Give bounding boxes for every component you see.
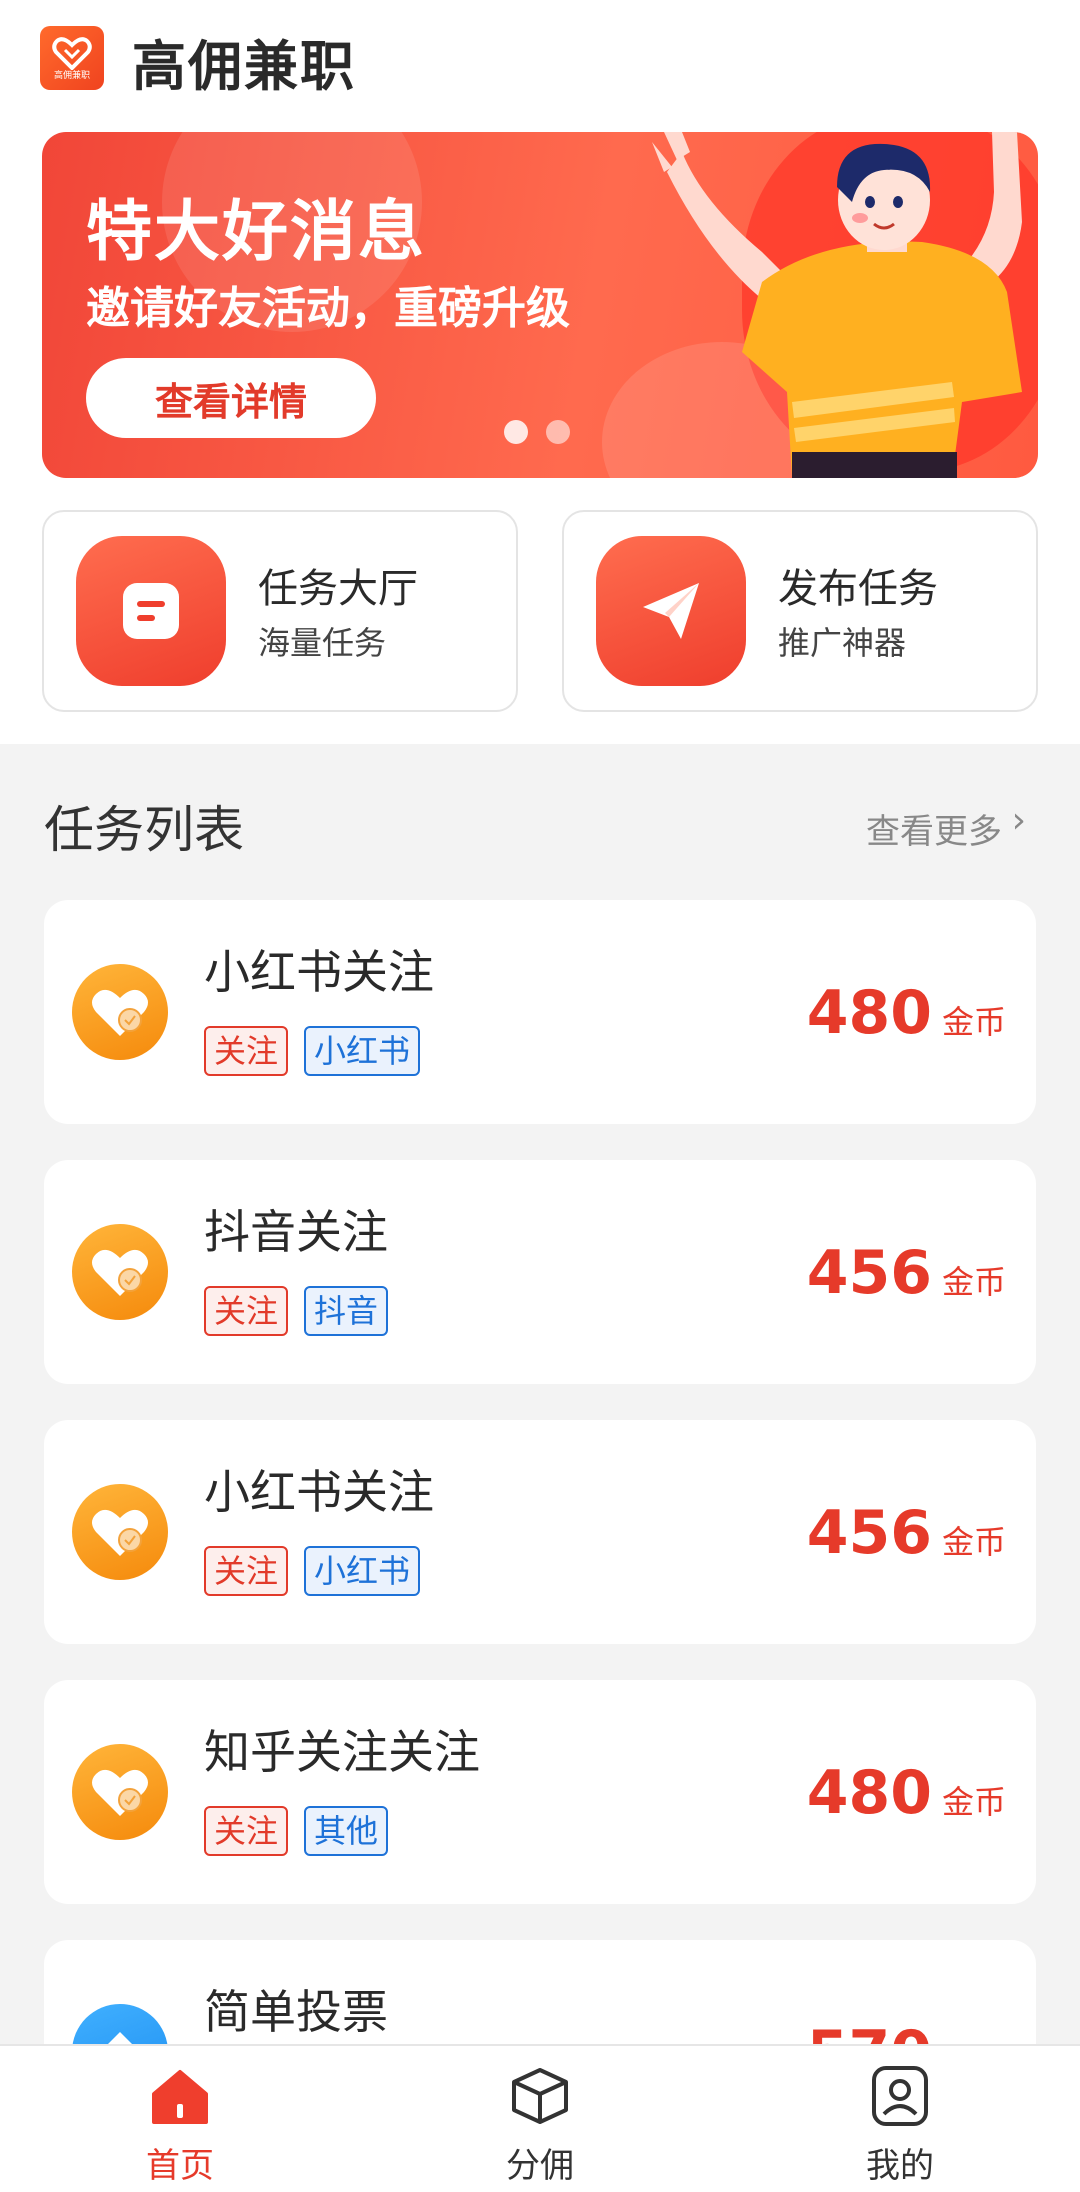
banner-details-button[interactable]: 查看详情	[86, 358, 376, 438]
tag-platform: 其他	[304, 1806, 389, 1857]
reward-unit: 金币	[941, 1523, 1006, 1561]
publish-task-card[interactable]: 发布任务 推广神器	[562, 510, 1038, 712]
task-card[interactable]: 小红书关注 关注 小红书 480 金币	[44, 900, 1036, 1124]
banner-subtitle: 邀请好友活动，重磅升级	[86, 283, 570, 334]
task-title: 抖音关注	[204, 1205, 388, 1259]
promo-banner[interactable]: 特大好消息 邀请好友活动，重磅升级 查看详情	[42, 132, 1038, 478]
heart-badge-icon	[72, 1744, 168, 1840]
task-title: 知乎关注关注	[204, 1725, 480, 1779]
tag-platform: 小红书	[304, 1546, 421, 1597]
nav-label: 首页	[146, 2146, 214, 2186]
reward-amount: 480	[806, 978, 932, 1048]
nav-item-home[interactable]: 首页	[80, 2046, 280, 2192]
reward-unit: 金币	[941, 1783, 1006, 1821]
publish-task-title: 发布任务	[778, 566, 938, 612]
task-hall-subtitle: 海量任务	[258, 624, 387, 662]
paper-plane-icon	[596, 536, 746, 686]
tag-action: 关注	[204, 1546, 289, 1597]
nav-label: 分佣	[506, 2146, 574, 2186]
nav-item-commission[interactable]: 分佣	[440, 2046, 640, 2192]
task-reward: 456 金币	[807, 1238, 1006, 1308]
tag-platform: 抖音	[304, 1286, 389, 1337]
task-tags: 关注 小红书	[204, 1546, 421, 1597]
bottom-nav: 首页 分佣 我的	[0, 2044, 1080, 2192]
logo-text: 高佣兼职	[53, 70, 90, 81]
app-header: 高佣兼职 高佣兼职	[0, 0, 1080, 120]
pagination-dot[interactable]	[504, 420, 528, 444]
task-reward: 480 金币	[807, 1758, 1006, 1828]
task-list-header: 任务列表 查看更多 ›	[0, 790, 1080, 860]
chevron-right-icon[interactable]: ›	[1012, 800, 1026, 841]
profile-icon	[872, 2066, 928, 2126]
app-logo-icon: 高佣兼职	[40, 26, 104, 90]
tag-action: 关注	[204, 1026, 289, 1077]
task-tags: 关注 其他	[204, 1806, 389, 1857]
reward-unit: 金币	[941, 1263, 1006, 1301]
heart-badge-icon	[72, 1224, 168, 1320]
reward-amount: 456	[806, 1498, 932, 1568]
view-more-link[interactable]: 查看更多	[866, 804, 1002, 853]
home-icon	[152, 2070, 208, 2124]
task-tags: 关注 抖音	[204, 1286, 389, 1337]
task-card[interactable]: 小红书关注 关注 小红书 456 金币	[44, 1420, 1036, 1644]
task-card[interactable]: 知乎关注关注 关注 其他 480 金币	[44, 1680, 1036, 1904]
task-title: 简单投票	[204, 1985, 388, 2039]
task-hall-title: 任务大厅	[258, 566, 418, 612]
task-reward: 456 金币	[807, 1498, 1006, 1568]
task-reward: 480 金币	[807, 978, 1006, 1048]
heart-badge-icon	[72, 1484, 168, 1580]
banner-title: 特大好消息	[86, 193, 426, 270]
tag-action: 关注	[204, 1806, 289, 1857]
reward-amount: 480	[806, 1758, 932, 1828]
box-icon	[512, 2068, 568, 2124]
task-title: 小红书关注	[204, 945, 434, 999]
tag-action: 关注	[204, 1286, 289, 1337]
pagination-dot[interactable]	[546, 420, 570, 444]
app-title: 高佣兼职	[132, 35, 356, 98]
nav-item-profile[interactable]: 我的	[800, 2046, 1000, 2192]
nav-label: 我的	[866, 2146, 934, 2186]
tag-platform: 小红书	[304, 1026, 421, 1077]
task-hall-card[interactable]: 任务大厅 海量任务	[42, 510, 518, 712]
document-icon	[76, 536, 226, 686]
task-card[interactable]: 抖音关注 关注 抖音 456 金币	[44, 1160, 1036, 1384]
task-tags: 关注 小红书	[204, 1026, 421, 1077]
reward-unit: 金币	[941, 1003, 1006, 1041]
banner-pagination	[504, 420, 570, 444]
task-title: 小红书关注	[204, 1465, 434, 1519]
task-list-title: 任务列表	[44, 801, 244, 859]
heart-badge-icon	[72, 964, 168, 1060]
cheering-person-illustration	[652, 132, 1022, 478]
reward-amount: 456	[806, 1238, 932, 1308]
publish-task-subtitle: 推广神器	[778, 624, 907, 662]
